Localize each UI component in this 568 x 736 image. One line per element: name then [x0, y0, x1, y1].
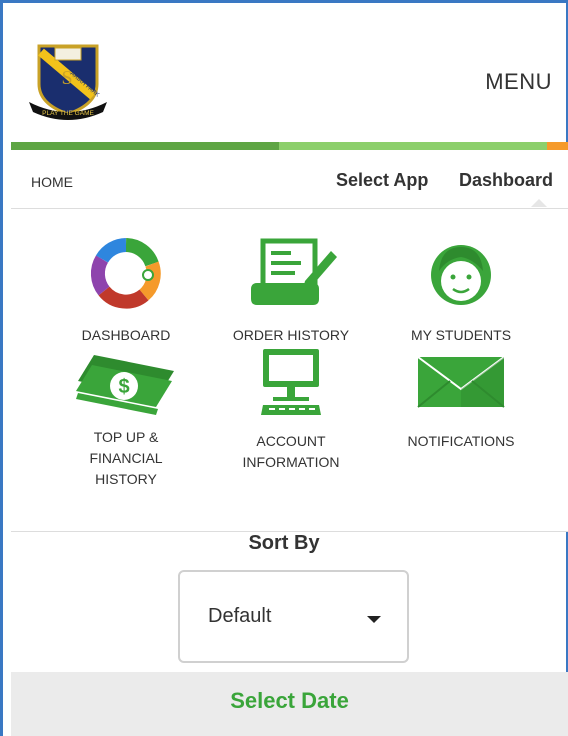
menu-button[interactable]: MENU [485, 69, 552, 95]
app-dashboard[interactable]: DASHBOARD [71, 237, 181, 346]
app-notifications-label: NOTIFICATIONS [407, 433, 515, 449]
svg-text:S: S [61, 67, 72, 89]
app-dashboard-label: DASHBOARD [81, 327, 171, 343]
app-menu-panel: DASHBOARD ORDER HISTORY MY STUDENTS $ TO… [11, 209, 568, 532]
progress-bar [11, 142, 568, 150]
donut-chart-icon [90, 238, 161, 309]
app-my-students-label: MY STUDENTS [410, 327, 512, 343]
app-top-up-label: TOP UP & FINANCIAL HISTORY [89, 429, 163, 487]
computer-icon [261, 349, 321, 415]
app-account-information-label: ACCOUNT INFORMATION [242, 433, 340, 470]
caret-down-icon [367, 616, 381, 623]
progress-segment-1 [11, 142, 279, 150]
select-date-bar[interactable]: Select Date [11, 672, 568, 736]
svg-text:$: $ [118, 376, 129, 398]
money-icon: $ [76, 355, 174, 415]
receipt-pen-icon [251, 238, 337, 305]
sort-by-title: Sort By [248, 532, 320, 554]
svg-text:PLAY THE GAME: PLAY THE GAME [42, 110, 94, 117]
breadcrumb: HOME Select App Dashboard [11, 150, 568, 209]
school-crest-logo[interactable]: S ARIAH PARK PLAY THE GAME [27, 38, 109, 120]
breadcrumb-select-app[interactable]: Select App [336, 170, 428, 191]
select-date-label: Select Date [230, 688, 349, 713]
sort-select-value: Default [208, 605, 272, 627]
progress-segment-3 [547, 142, 568, 150]
progress-segment-2 [279, 142, 547, 150]
app-my-students[interactable]: MY STUDENTS [396, 237, 526, 346]
app-top-up-financial-history[interactable]: $ TOP UP & FINANCIAL HISTORY [73, 347, 179, 490]
app-order-history[interactable]: ORDER HISTORY [221, 237, 361, 346]
app-order-history-label: ORDER HISTORY [232, 327, 350, 343]
breadcrumb-dashboard[interactable]: Dashboard [459, 170, 553, 191]
envelope-icon [417, 356, 505, 408]
dropdown-caret-indicator [531, 199, 547, 207]
app-notifications[interactable]: NOTIFICATIONS [396, 347, 526, 452]
breadcrumb-home[interactable]: HOME [31, 174, 73, 190]
app-account-information[interactable]: ACCOUNT INFORMATION [231, 347, 351, 473]
sort-select[interactable]: Default [178, 570, 409, 663]
header: S ARIAH PARK PLAY THE GAME MENU [11, 14, 566, 142]
student-face-icon [431, 245, 491, 305]
